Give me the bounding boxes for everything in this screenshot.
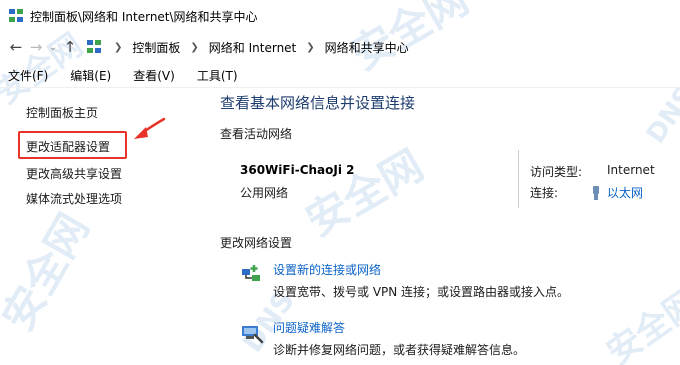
sidebar-item-advanced-sharing[interactable]: 更改高级共享设置 [26,165,122,182]
page-title: 查看基本网络信息并设置连接 [220,94,416,112]
chevron-right-icon[interactable]: ❯ [108,42,128,53]
breadcrumb-network-internet[interactable]: 网络和 Internet [205,39,300,56]
address-bar: ← → ⌄ ↑ ❯ 控制面板 ❯ 网络和 Internet ❯ 网络和共享中心 [0,32,680,62]
chevron-right-icon[interactable]: ❯ [184,42,204,53]
troubleshoot-desc: 诊断并修复网络问题，或者获得疑难解答信息。 [273,343,526,357]
arrow-up-icon[interactable]: ↑ [60,37,80,57]
ethernet-connection-link[interactable]: 以太网 [591,184,643,201]
arrow-right-icon[interactable]: → [26,37,46,57]
network-category-link[interactable]: 公用网络 [240,184,288,201]
access-type-label: 访问类型: [530,165,583,179]
new-connection-link[interactable]: 设置新的连接或网络 [273,261,381,278]
sidebar-item-change-adapter-settings[interactable]: 更改适配器设置 [26,138,110,155]
menu-file[interactable]: 文件(F) [4,67,56,84]
chevron-down-icon[interactable]: ⌄ [46,37,60,57]
divider [518,150,519,208]
new-connection-icon [242,265,260,281]
troubleshoot-link[interactable]: 问题疑难解答 [273,319,345,336]
sidebar-item-media-streaming[interactable]: 媒体流式处理选项 [26,190,122,207]
network-name: 360WiFi-ChaoJi 2 [240,163,355,177]
sidebar-item-control-panel-home[interactable]: 控制面板主页 [26,104,98,121]
breadcrumb-sharing-center[interactable]: 网络和共享中心 [321,39,413,56]
troubleshoot-icon [242,326,264,344]
red-arrow-icon [134,117,166,139]
network-center-icon [9,9,23,22]
access-type-value: Internet [607,163,655,177]
connection-label: 连接: [530,186,559,200]
breadcrumb: ❯ 控制面板 ❯ 网络和 Internet ❯ 网络和共享中心 [86,36,413,58]
ethernet-icon [593,185,599,200]
chevron-right-icon[interactable]: ❯ [300,42,320,53]
change-settings-label: 更改网络设置 [220,236,293,250]
new-connection-desc: 设置宽带、拨号或 VPN 连接；或设置路由器或接入点。 [273,285,570,299]
menu-bar: 文件(F) 编辑(E) 查看(V) 工具(T) [0,64,680,88]
title-bar: 控制面板\网络和 Internet\网络和共享中心 [0,0,680,32]
sidebar: 控制面板主页 更改适配器设置 更改高级共享设置 媒体流式处理选项 [0,88,205,365]
arrow-left-icon[interactable]: ← [6,37,26,57]
active-networks-label: 查看活动网络 [220,127,293,141]
menu-tools[interactable]: 工具(T) [193,67,246,84]
breadcrumb-control-panel[interactable]: 控制面板 [128,39,184,56]
control-panel-icon [87,40,101,53]
window-title: 控制面板\网络和 Internet\网络和共享中心 [30,9,258,24]
connection-value[interactable]: 以太网 [607,184,643,201]
main-panel: 查看基本网络信息并设置连接 查看活动网络 360WiFi-ChaoJi 2 公用… [205,88,680,365]
menu-edit[interactable]: 编辑(E) [66,67,119,84]
menu-view[interactable]: 查看(V) [129,67,183,84]
